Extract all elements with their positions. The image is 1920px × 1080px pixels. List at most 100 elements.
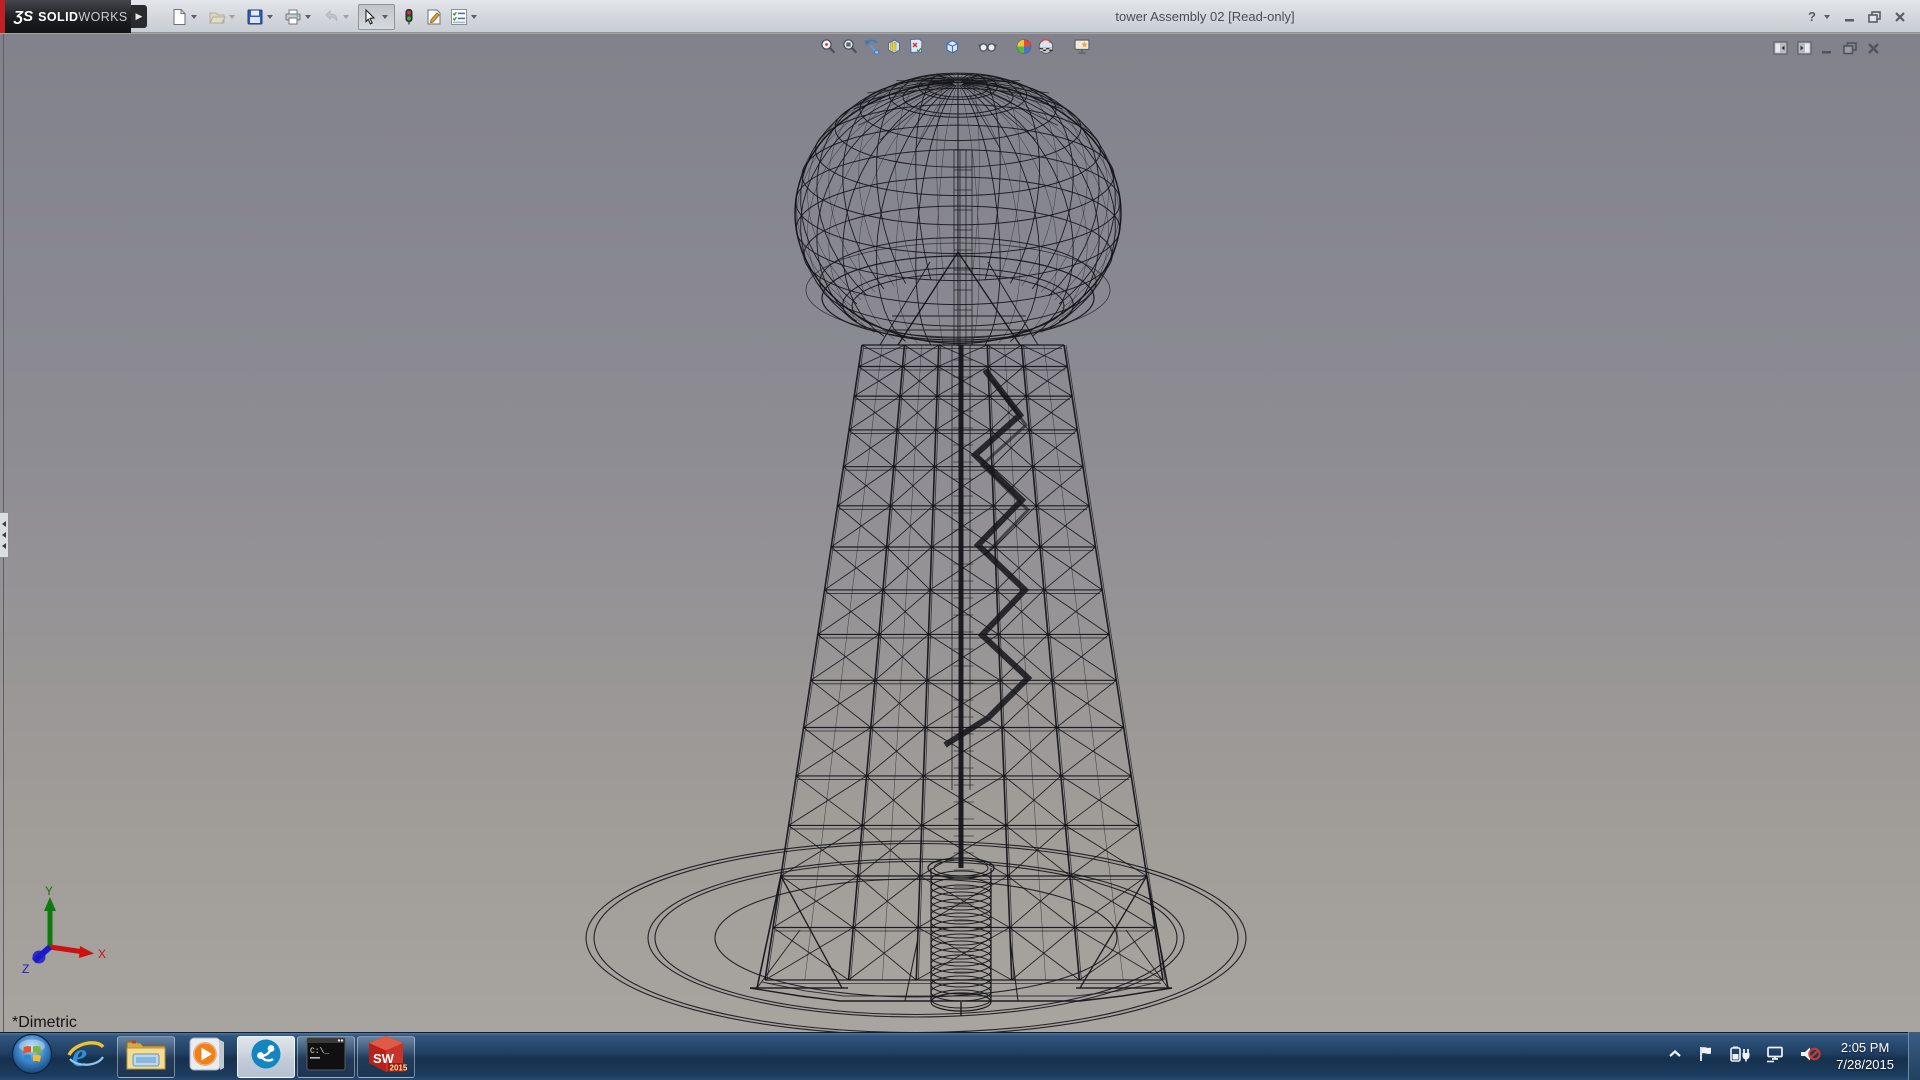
doc-close-button[interactable]: [1867, 42, 1880, 60]
window-title: tower Assembly 02 [Read-only]: [1040, 0, 1370, 33]
blue-app-button[interactable]: [237, 1036, 295, 1078]
pane-left-button[interactable]: [1773, 41, 1788, 60]
windows-explorer-icon: [124, 1035, 168, 1078]
solidworks-logo[interactable]: ƷS SOLID WORKS: [5, 0, 131, 33]
show-hidden-icons-button[interactable]: [1667, 1047, 1683, 1066]
taskbar-apps: e C:\_ SW2015: [0, 1033, 416, 1080]
undo-dropdown-arrow[interactable]: [343, 15, 349, 19]
help-button[interactable]: ?: [1802, 7, 1822, 27]
window-controls: ?: [1802, 0, 1912, 33]
action-center-flag-button[interactable]: [1697, 1045, 1715, 1068]
hidden-icons-icon: [1667, 1047, 1683, 1066]
hide-show-items-button[interactable]: [976, 38, 998, 60]
edit-appearance-button[interactable]: [1012, 38, 1034, 60]
system-tray: 2:05 PM7/28/2015: [1660, 1032, 1904, 1080]
windows-explorer-button[interactable]: [117, 1036, 175, 1078]
new-document-icon: [170, 8, 188, 26]
rebuild-icon: [400, 8, 418, 26]
panel-splitter-handle[interactable]: [0, 512, 9, 558]
volume-muted-icon: [1799, 1045, 1821, 1068]
power-status-button[interactable]: [1729, 1045, 1751, 1068]
doc-restore-button[interactable]: [1843, 42, 1858, 60]
doc-restore-icon: [1843, 42, 1858, 60]
start-button-button[interactable]: [8, 1035, 56, 1079]
svg-text:C:\_: C:\_: [310, 1047, 329, 1056]
graphics-viewport[interactable]: Y X Z *Dimetric: [0, 34, 1920, 1032]
select-dropdown-arrow[interactable]: [382, 15, 388, 19]
rebuild-button[interactable]: [398, 4, 420, 30]
open-button[interactable]: [206, 4, 241, 30]
windows-taskbar: e C:\_ SW2015: [0, 1032, 1920, 1080]
taskbar-clock[interactable]: 2:05 PM7/28/2015: [1836, 1039, 1894, 1073]
brand-solid: SOLID: [38, 10, 78, 24]
svg-text:X: X: [98, 947, 106, 961]
zoom-to-area-button[interactable]: [838, 38, 860, 60]
print-dropdown-arrow[interactable]: [305, 15, 311, 19]
restore-icon: [1868, 11, 1882, 23]
document-window-controls: [1764, 41, 1880, 60]
main-toolbar: [168, 3, 486, 31]
options-button[interactable]: [448, 4, 483, 30]
solidworks-2015-icon: SW2015: [365, 1033, 407, 1080]
previous-view-button[interactable]: [860, 38, 882, 60]
solidworks-2015-button[interactable]: SW2015: [357, 1036, 415, 1078]
annotation-views-button[interactable]: [904, 38, 926, 60]
command-prompt-icon: C:\_: [305, 1036, 347, 1077]
maximize-button[interactable]: [1862, 7, 1888, 27]
help-dropdown-arrow[interactable]: [1824, 15, 1830, 19]
media-player-icon: [186, 1034, 226, 1079]
section-view-button[interactable]: [882, 38, 904, 60]
close-icon: [1894, 11, 1906, 23]
pane-right-icon: [1797, 41, 1812, 60]
file-properties-button[interactable]: [423, 4, 445, 30]
windows-media-player-button[interactable]: [177, 1036, 235, 1078]
view-settings-button[interactable]: [1070, 38, 1092, 60]
options-dropdown-arrow[interactable]: [471, 15, 477, 19]
solidworks-logo-glyph: ƷS: [14, 8, 33, 25]
wireframe-tower-model: [0, 34, 1920, 1032]
save-icon: [246, 8, 264, 26]
new-document-button[interactable]: [168, 4, 203, 30]
undo-button[interactable]: [320, 4, 355, 30]
view-orientation-button[interactable]: [940, 38, 962, 60]
command-prompt-button[interactable]: C:\_: [297, 1036, 355, 1078]
doc-minimize-button[interactable]: [1821, 42, 1834, 60]
solidworks-window: ƷS SOLID WORKS ▶ tower Assembly 02 [Read…: [0, 0, 1920, 1080]
view-orientation-icon: [942, 37, 961, 61]
close-button[interactable]: [1888, 7, 1912, 27]
action-center-icon: [1697, 1045, 1715, 1068]
orientation-triad: Y X Z: [14, 885, 124, 980]
save-dropdown-arrow[interactable]: [267, 15, 273, 19]
doc-minimize-icon: [1821, 42, 1834, 60]
print-button[interactable]: [282, 4, 317, 30]
title-bar: ƷS SOLID WORKS ▶ tower Assembly 02 [Read…: [0, 0, 1920, 33]
open-dropdown-arrow[interactable]: [229, 15, 235, 19]
clock-date: 7/28/2015: [1836, 1056, 1894, 1073]
menu-flyout-arrow[interactable]: ▶: [131, 5, 147, 28]
clock-time: 2:05 PM: [1836, 1039, 1894, 1056]
print-icon: [284, 8, 302, 26]
options-icon: [450, 8, 468, 26]
save-button[interactable]: [244, 4, 279, 30]
internet-explorer-button[interactable]: e: [57, 1036, 115, 1078]
open-icon: [208, 8, 226, 26]
minimize-button[interactable]: [1838, 7, 1862, 27]
start-orb-icon: [11, 1033, 53, 1080]
blue-app-icon: [246, 1034, 286, 1079]
network-status-button[interactable]: [1765, 1045, 1785, 1068]
previous-view-icon: [862, 37, 881, 61]
headsup-view-toolbar: [816, 37, 1092, 61]
view-orientation-label: *Dimetric: [12, 1014, 77, 1032]
volume-muted-button[interactable]: [1799, 1045, 1821, 1068]
select-button[interactable]: [358, 4, 395, 30]
minimize-icon: [1844, 11, 1856, 23]
pane-right-button[interactable]: [1797, 41, 1812, 60]
svg-text:Z: Z: [22, 962, 29, 976]
apply-scene-button[interactable]: [1034, 38, 1056, 60]
apply-scene-icon: [1036, 37, 1055, 61]
svg-text:Y: Y: [45, 885, 53, 898]
show-desktop-button[interactable]: [1908, 1032, 1920, 1080]
brand-works: WORKS: [78, 10, 127, 24]
new-document-dropdown-arrow[interactable]: [191, 15, 197, 19]
zoom-to-fit-button[interactable]: [816, 38, 838, 60]
